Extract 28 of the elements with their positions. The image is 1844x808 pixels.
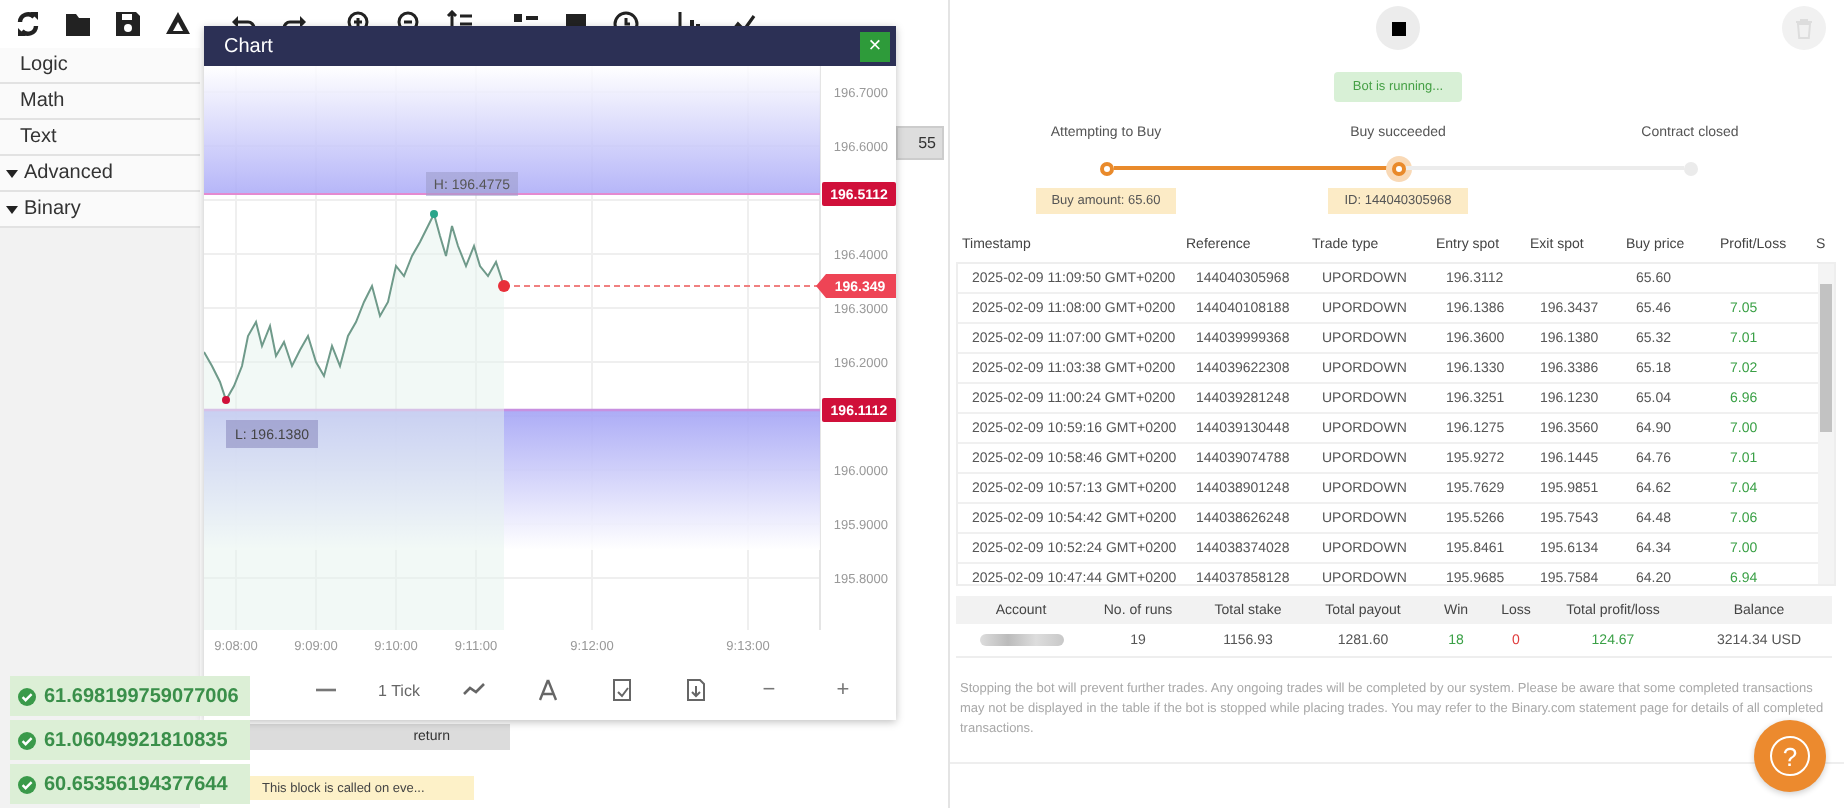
check-icon	[18, 775, 36, 793]
zoom-in-button[interactable]: +	[836, 678, 850, 702]
sidebar-item[interactable]: Text	[0, 120, 200, 156]
save-icon[interactable]	[114, 10, 142, 38]
scrollbar[interactable]	[1818, 264, 1834, 584]
stop-icon	[1391, 21, 1405, 35]
high-point-dot	[430, 210, 438, 218]
check-icon	[18, 731, 36, 749]
refresh-icon[interactable]	[14, 10, 42, 38]
workspace-block[interactable]: 55	[896, 126, 944, 160]
sidebar-item[interactable]: Logic	[0, 48, 200, 84]
scrollbar-thumb[interactable]	[1820, 284, 1832, 432]
sidebar-item[interactable]: Math	[0, 84, 200, 120]
current-price-dot	[498, 280, 510, 292]
check-icon	[18, 687, 36, 705]
close-button[interactable]: ×	[860, 31, 890, 61]
low-point-dot	[222, 396, 230, 404]
notification-text: 60.65356194377644	[44, 773, 228, 795]
sidebar-item[interactable]: Advanced	[0, 156, 200, 192]
folder-icon[interactable]	[64, 10, 92, 38]
notification-text: 61.06049921810835	[44, 729, 228, 751]
download-icon[interactable]	[683, 678, 707, 702]
notification-text: 61.698199759077006	[44, 685, 239, 707]
interval-button[interactable]: 1 Tick	[378, 681, 420, 699]
stop-button[interactable]	[1376, 6, 1420, 50]
window-title: Chart	[224, 35, 273, 57]
zoom-out-button[interactable]: −	[762, 678, 776, 702]
sidebar-item[interactable]: Binary	[0, 192, 200, 228]
